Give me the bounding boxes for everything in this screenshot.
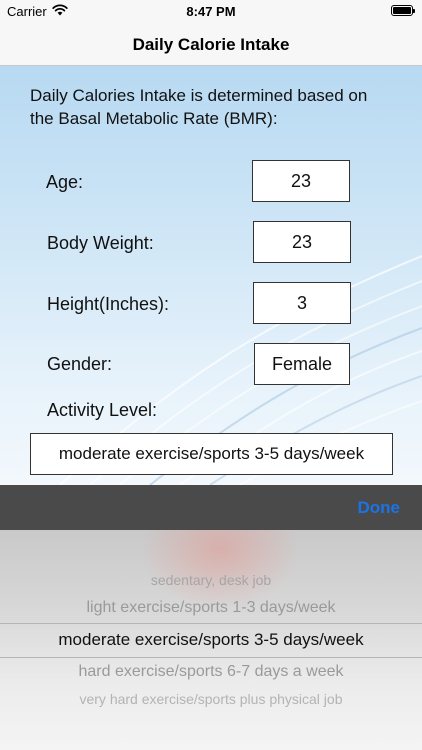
picker-option-light[interactable]: light exercise/sports 1-3 days/week [0,599,422,617]
page-title: Daily Calorie Intake [132,35,290,54]
picker-toolbar: Done [0,485,422,530]
done-button[interactable]: Done [358,498,401,518]
picker-option-very-hard[interactable]: very hard exercise/sports plus physical … [0,691,422,707]
picker-option-sedentary[interactable]: sedentary, desk job [0,572,422,588]
height-label: Height(Inches): [47,294,170,314]
picker-option-hard[interactable]: hard exercise/sports 6-7 days a week [0,663,422,681]
battery-icon [391,5,415,16]
gender-label: Gender: [47,354,113,374]
activity-level-field[interactable]: moderate exercise/sports 3-5 days/week [30,433,393,475]
status-bar: Carrier 8:47 PM [0,0,422,22]
height-field[interactable]: 3 [253,282,351,324]
age-label: Age: [46,172,84,192]
body-weight-field[interactable]: 23 [253,221,351,263]
picker-selection-top-line [0,623,422,624]
clock: 8:47 PM [186,4,236,19]
calorie-form: Daily Calories Intake is determined base… [0,66,422,485]
nav-bar: Daily Calorie Intake [0,22,422,66]
picker-glow-decoration [140,530,300,610]
picker-selection-bottom-line [0,657,422,658]
activity-level-label: Activity Level: [47,400,158,420]
picker-option-moderate[interactable]: moderate exercise/sports 3-5 days/week [0,630,422,650]
intro-text: Daily Calories Intake is determined base… [30,86,368,128]
activity-picker[interactable]: sedentary, desk job light exercise/sport… [0,530,422,750]
body-weight-label: Body Weight: [47,233,154,253]
age-field[interactable]: 23 [252,160,350,202]
gender-field[interactable]: Female [254,343,350,385]
